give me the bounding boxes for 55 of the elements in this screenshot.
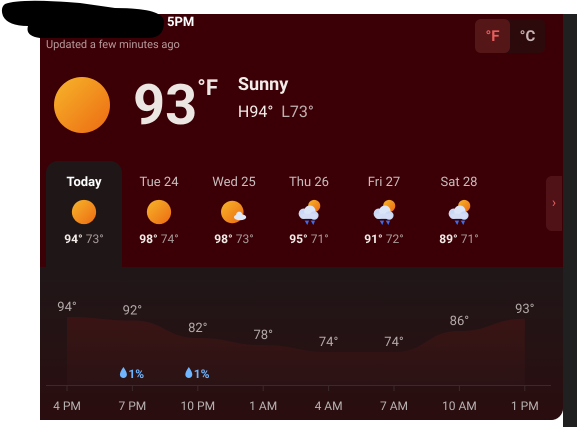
temperature-unit: °F bbox=[197, 78, 218, 100]
precipitation-label: 1% bbox=[128, 366, 144, 380]
sun-cloud-icon bbox=[221, 198, 247, 224]
day-tab[interactable]: Fri 27 91° 72° bbox=[346, 160, 422, 266]
time-label: 4 PM bbox=[53, 398, 81, 412]
day-tab[interactable]: Today 94° 73° bbox=[46, 160, 122, 266]
unit-button[interactable]: °C bbox=[510, 19, 545, 53]
day-low: 72° bbox=[386, 232, 404, 246]
temperature-label: 94° bbox=[57, 300, 77, 314]
sun-icon bbox=[146, 198, 172, 224]
next-button[interactable]: › bbox=[546, 176, 562, 231]
temperature-label: 93° bbox=[515, 301, 535, 316]
raindrop-icon bbox=[185, 366, 192, 378]
day-tab[interactable]: Sat 28 89° 71° bbox=[421, 160, 497, 266]
day-tab[interactable]: Thu 26 95° 71° bbox=[271, 160, 347, 266]
day-high: 95° bbox=[289, 232, 308, 246]
condition-label: Sunny bbox=[238, 74, 290, 96]
day-high: 98° bbox=[139, 232, 158, 246]
day-high: 91° bbox=[364, 232, 383, 246]
current-temperature: 93 bbox=[133, 76, 198, 132]
day-low: 73° bbox=[86, 232, 104, 246]
temperature-label: 78° bbox=[253, 328, 273, 342]
day-low: 71° bbox=[460, 232, 479, 246]
rain-cloud-icon bbox=[371, 198, 397, 224]
temperature-label: 86° bbox=[450, 314, 470, 328]
rain-cloud-icon bbox=[296, 198, 322, 224]
temperature-label: 92° bbox=[122, 303, 142, 318]
precipitation-label: 1% bbox=[194, 366, 210, 380]
rain-cloud-icon bbox=[446, 198, 472, 224]
day-low: 73° bbox=[236, 232, 254, 246]
unit-button[interactable]: °F bbox=[475, 19, 510, 53]
sun-icon bbox=[52, 74, 112, 134]
temperature-label: 74° bbox=[318, 334, 338, 350]
time-label: 7 PM bbox=[118, 398, 146, 412]
time-label: 1 PM bbox=[510, 398, 539, 412]
updated-status: Updated a few minutes ago bbox=[46, 37, 181, 53]
day-low: 71° bbox=[310, 232, 329, 246]
day-tab[interactable]: Wed 25 98° 73° bbox=[196, 160, 272, 266]
time-label: 1 AM bbox=[249, 398, 278, 412]
high-temperature: H94° bbox=[238, 102, 274, 122]
temperature-label: 74° bbox=[384, 334, 404, 350]
time-label: 10 AM bbox=[442, 398, 477, 412]
low-temperature: L73° bbox=[281, 102, 314, 122]
day-high: 89° bbox=[439, 232, 458, 246]
temperature-label: 82° bbox=[188, 320, 208, 336]
day-high: 94° bbox=[64, 232, 83, 246]
updated-time: 5PM bbox=[167, 15, 194, 31]
time-label: 10 PM bbox=[180, 398, 216, 412]
time-label: 7 AM bbox=[380, 398, 408, 412]
sun-icon bbox=[71, 198, 97, 224]
day-high: 98° bbox=[214, 232, 233, 246]
day-low: 74° bbox=[160, 232, 179, 246]
time-label: 4 AM bbox=[314, 398, 343, 412]
day-tab[interactable]: Tue 24 98° 74° bbox=[121, 160, 197, 266]
raindrop-icon bbox=[120, 366, 127, 378]
